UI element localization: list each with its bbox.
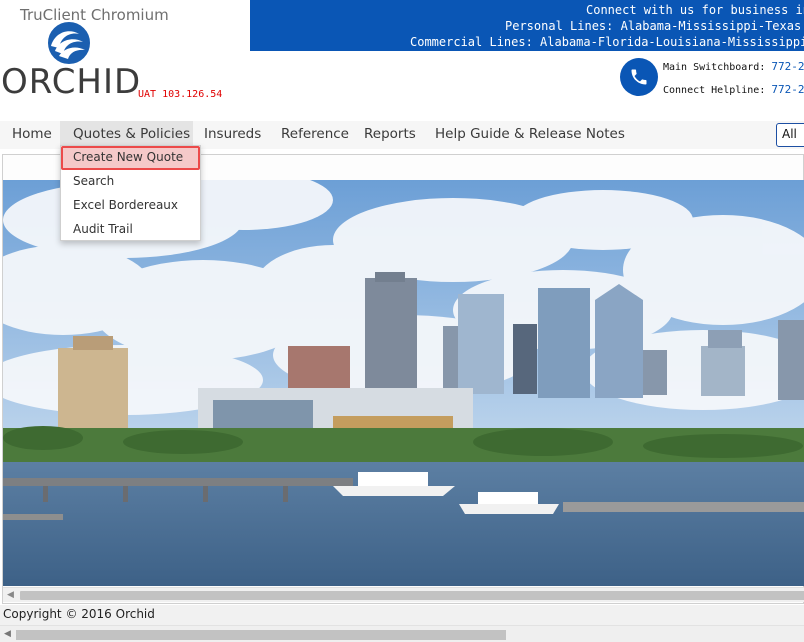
- helpline-number[interactable]: 772-23: [771, 83, 804, 96]
- helpline-contact: Connect Helpline: 772-23: [663, 83, 804, 96]
- menu-item-audit-trail[interactable]: Audit Trail: [61, 218, 200, 242]
- environment-label: UAT 103.126.54: [138, 89, 223, 100]
- nav-reference[interactable]: Reference: [273, 121, 351, 149]
- app-title: TruClient Chromium: [20, 6, 169, 24]
- orchid-wordmark: ORCHID: [1, 62, 142, 102]
- scrollbar-thumb[interactable]: [16, 630, 506, 640]
- contact-banner: Connect with us for business in t Person…: [250, 0, 804, 51]
- menu-item-excel-bordereaux[interactable]: Excel Bordereaux: [61, 194, 200, 218]
- scope-select[interactable]: All: [776, 123, 804, 147]
- scroll-left-arrow-icon[interactable]: ◀: [7, 590, 14, 600]
- orchid-logo-icon: [46, 20, 92, 66]
- footer: Copyright © 2016 Orchid: [0, 605, 804, 625]
- nav-insureds[interactable]: Insureds: [197, 121, 265, 149]
- helpline-label: Connect Helpline:: [663, 85, 766, 96]
- nav-home[interactable]: Home: [4, 121, 56, 149]
- content-horizontal-scrollbar[interactable]: ◀: [3, 587, 804, 602]
- phone-icon: [620, 58, 658, 96]
- nav-reports[interactable]: Reports: [356, 121, 422, 149]
- banner-line-2: Personal Lines: Alabama-Mississippi-Texa…: [505, 19, 804, 33]
- app-window: TruClient Chromium ORCHID UAT 103.126.54…: [0, 0, 804, 642]
- copyright-text: Copyright © 2016 Orchid: [3, 607, 155, 621]
- scrollbar-thumb[interactable]: [20, 591, 804, 600]
- scroll-left-arrow-icon[interactable]: ◀: [4, 629, 11, 639]
- nav-help-guide[interactable]: Help Guide & Release Notes: [427, 121, 625, 149]
- switchboard-label: Main Switchboard:: [663, 62, 766, 73]
- switchboard-number[interactable]: 772-2: [771, 60, 804, 73]
- page-horizontal-scrollbar[interactable]: ◀: [0, 625, 804, 642]
- switchboard-contact: Main Switchboard: 772-2: [663, 60, 804, 73]
- quotes-policies-dropdown: Create New Quote Search Excel Bordereaux…: [60, 145, 201, 241]
- menu-item-create-new-quote[interactable]: Create New Quote: [61, 146, 200, 170]
- menu-item-search[interactable]: Search: [61, 170, 200, 194]
- banner-line-3: Commercial Lines: Alabama-Florida-Louisi…: [410, 35, 804, 49]
- banner-line-1: Connect with us for business in t: [586, 3, 804, 17]
